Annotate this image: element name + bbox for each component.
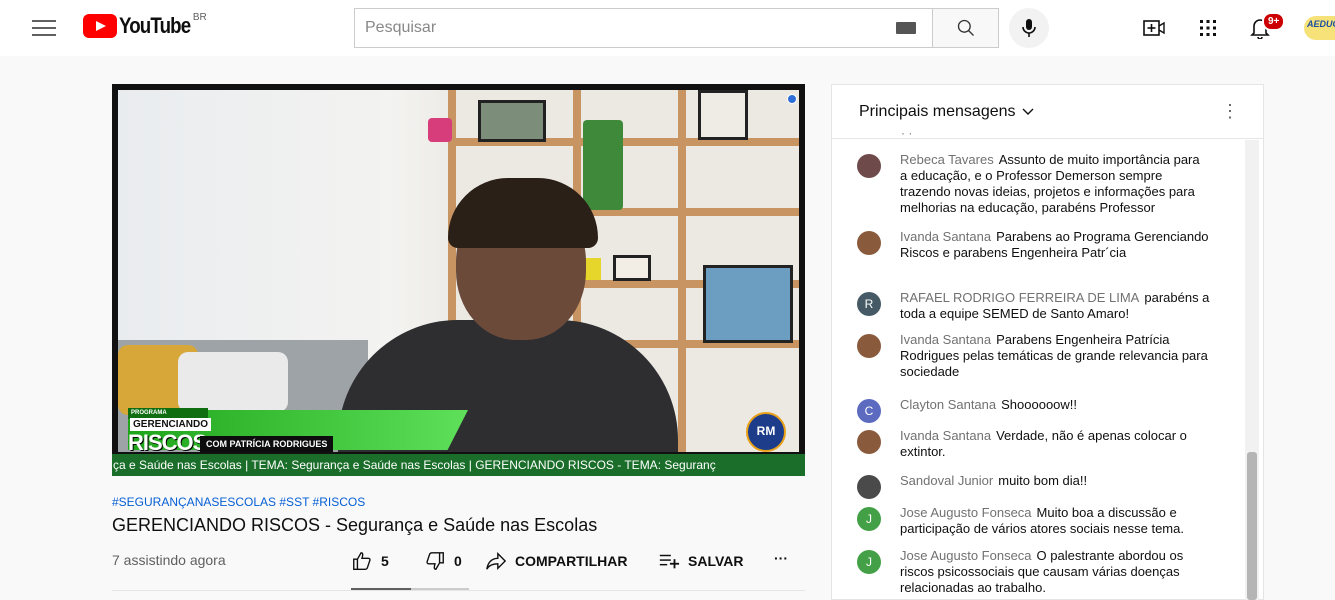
chat-author-avatar[interactable]: J [857, 550, 881, 574]
apps-grid-icon[interactable] [1196, 16, 1220, 40]
chat-message-text: muito bom dia!! [998, 473, 1088, 488]
video-title: GERENCIANDO RISCOS - Segurança e Saúde n… [112, 515, 598, 535]
chat-message[interactable]: C Clayton Santana Shoooooow!! [857, 397, 1217, 423]
chat-message[interactable]: Ivanda Santana Verdade, não é apenas colo… [857, 428, 1217, 460]
search-bar [354, 8, 999, 48]
chat-author-avatar[interactable] [857, 334, 881, 358]
more-icon: ··· [774, 550, 788, 566]
youtube-play-icon [83, 14, 117, 38]
create-video-icon[interactable] [1142, 16, 1166, 40]
chat-message[interactable]: Rebeca Tavares Assunto de muito importânc… [857, 152, 1217, 216]
like-count: 5 [381, 553, 389, 569]
keyboard-icon[interactable] [896, 22, 916, 34]
search-icon [957, 19, 974, 36]
youtube-logo[interactable]: YouTube BR [83, 12, 207, 39]
share-button[interactable]: COMPARTILHAR [485, 550, 628, 572]
chat-author-name[interactable]: Ivanda Santana [900, 229, 991, 244]
live-indicator-icon [787, 94, 797, 104]
more-actions-button[interactable]: ··· [774, 550, 788, 566]
chat-message-body: Clayton Santana Shoooooow!! [900, 397, 1210, 423]
save-button[interactable]: SALVAR [658, 550, 743, 572]
chat-author-avatar[interactable] [857, 475, 881, 499]
chat-message[interactable]: J Jose Augusto Fonseca O palestrante abord… [857, 548, 1217, 596]
account-avatar[interactable]: AEDUC [1304, 16, 1335, 40]
clipped-previous-message: · · [901, 131, 913, 139]
chat-author-name[interactable]: Ivanda Santana [900, 428, 991, 443]
divider [112, 590, 805, 591]
like-button[interactable]: 5 [351, 550, 389, 572]
chat-message[interactable]: R RAFAEL RODRIGO FERREIRA DE LIMA parabéns… [857, 290, 1217, 322]
chat-mode-selector[interactable]: Principais mensagens [832, 85, 1263, 139]
search-button[interactable] [932, 8, 999, 48]
share-icon [486, 552, 507, 570]
chat-options-icon[interactable]: ⋮ [1221, 101, 1239, 122]
dislike-count: 0 [454, 553, 462, 569]
chat-message-body: Ivanda Santana Verdade, não é apenas colo… [900, 428, 1210, 460]
chat-message-body: Rebeca Tavares Assunto de muito importânc… [900, 152, 1210, 216]
viewer-count: 7 assistindo agora [112, 552, 226, 568]
chat-author-name[interactable]: Sandoval Junior [900, 473, 993, 488]
chevron-down-icon [1022, 105, 1034, 119]
chat-message-body: Ivanda Santana Parabens Engenheira Patríc… [900, 332, 1210, 380]
chat-message-body: Jose Augusto Fonseca O palestrante abordo… [900, 548, 1210, 596]
chat-author-name[interactable]: Ivanda Santana [900, 332, 991, 347]
chat-author-avatar[interactable]: J [857, 507, 881, 531]
chat-header-title: Principais mensagens [859, 102, 1016, 120]
chat-message[interactable]: Ivanda Santana Parabens Engenheira Patríc… [857, 332, 1217, 380]
chat-author-avatar[interactable]: R [857, 292, 881, 316]
search-input[interactable] [354, 8, 932, 48]
save-label: SALVAR [688, 553, 744, 569]
chat-message[interactable]: Sandoval Junior muito bom dia!! [857, 473, 1217, 499]
chat-message-body: Jose Augusto Fonseca Muito boa a discussã… [900, 505, 1210, 537]
chat-message-body: Sandoval Junior muito bom dia!! [900, 473, 1210, 499]
chat-message-body: RAFAEL RODRIGO FERREIRA DE LIMA parabéns … [900, 290, 1210, 322]
logo-text: YouTube [119, 13, 191, 38]
thumbs-up-icon [353, 552, 371, 570]
microphone-icon [1022, 19, 1036, 37]
video-player[interactable]: PROGRAMA GERENCIANDO RISCOS COM PATRÍCIA… [112, 84, 805, 476]
chat-message-body: Ivanda Santana Parabens ao Programa Geren… [900, 229, 1210, 261]
rm-logo: RM [746, 412, 786, 452]
country-code: BR [192, 12, 207, 23]
chat-message[interactable]: Ivanda Santana Parabens ao Programa Geren… [857, 229, 1217, 261]
share-label: COMPARTILHAR [515, 553, 628, 569]
chat-author-avatar[interactable]: C [857, 399, 881, 423]
masthead: YouTube BR 9+ AEDUC [0, 0, 1335, 56]
chat-author-name[interactable]: Jose Augusto Fonseca [900, 548, 1032, 563]
chat-author-name[interactable]: RAFAEL RODRIGO FERREIRA DE LIMA [900, 290, 1139, 305]
chat-author-avatar[interactable] [857, 154, 881, 178]
chat-author-name[interactable]: Rebeca Tavares [900, 152, 994, 167]
news-ticker: ça e Saúde nas Escolas | TEMA: Segurança… [112, 454, 805, 476]
dislike-button[interactable]: 0 [424, 550, 462, 572]
chat-scrollbar[interactable] [1247, 452, 1257, 600]
presenter-label: COM PATRÍCIA RODRIGUES [200, 436, 334, 452]
notification-badge: 9+ [1262, 12, 1286, 31]
video-frame: PROGRAMA GERENCIANDO RISCOS COM PATRÍCIA… [118, 90, 799, 452]
chat-message-text: Shoooooow!! [1001, 397, 1078, 412]
chat-author-avatar[interactable] [857, 430, 881, 454]
chat-author-avatar[interactable] [857, 231, 881, 255]
thumbs-down-icon [426, 552, 444, 570]
chat-message[interactable]: J Jose Augusto Fonseca Muito boa a discuss… [857, 505, 1217, 537]
chat-author-name[interactable]: Clayton Santana [900, 397, 996, 412]
add-to-playlist-icon [659, 554, 680, 569]
riscos-label: RISCOS [128, 430, 207, 452]
voice-search-button[interactable] [1009, 8, 1049, 48]
video-hashtags[interactable]: #SEGURANÇANASESCOLAS #SST #RISCOS [112, 495, 365, 509]
chat-author-name[interactable]: Jose Augusto Fonseca [900, 505, 1032, 520]
menu-icon[interactable] [32, 20, 56, 38]
